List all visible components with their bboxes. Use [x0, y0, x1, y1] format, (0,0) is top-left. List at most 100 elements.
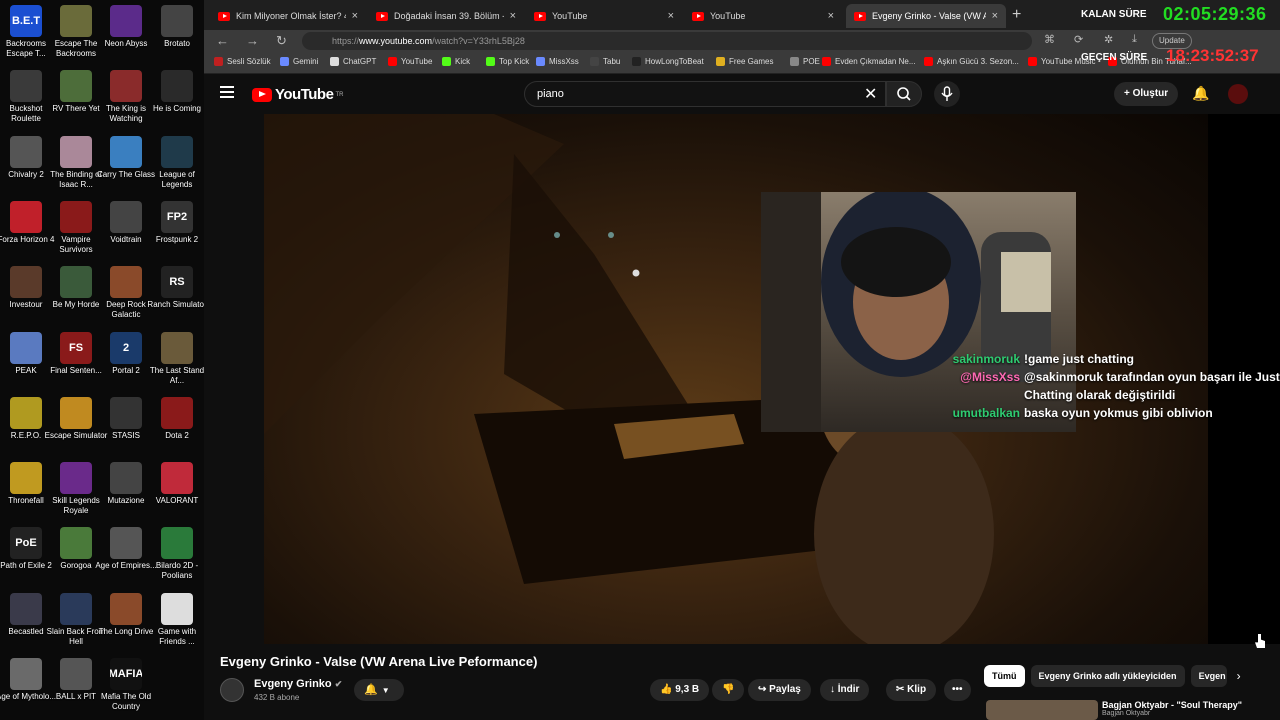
bookmark-item[interactable]: Top Kick — [486, 57, 529, 66]
search-input[interactable]: piano — [524, 81, 886, 107]
scissors-icon: ✂ — [896, 684, 908, 695]
back-icon[interactable]: ← — [216, 33, 229, 48]
clip-button[interactable]: ✂ Klip — [886, 679, 937, 701]
app-icon — [110, 5, 142, 37]
app-icon — [161, 331, 193, 364]
extensions-icon[interactable]: ✲ — [1104, 33, 1113, 46]
desktop-icon[interactable]: Brotato — [145, 5, 209, 59]
search-button[interactable] — [886, 81, 922, 107]
channel-name[interactable]: Evgeny Grinko ✔ — [254, 678, 342, 690]
notifications-bell-icon[interactable]: 🔔 — [1192, 85, 1209, 102]
chevron-right-icon[interactable]: › — [1237, 665, 1241, 687]
desktop-icon[interactable]: He is Coming — [145, 70, 209, 124]
download-icon[interactable]: ⤓ — [1132, 33, 1137, 46]
bookmark-favicon-icon — [536, 57, 545, 66]
chip-all[interactable]: Tümü — [984, 665, 1025, 687]
subscription-notification-button[interactable]: 🔔 ▼ — [354, 679, 404, 701]
create-button[interactable]: + Oluştur — [1114, 82, 1179, 106]
new-tab-button[interactable]: + — [1012, 6, 1021, 24]
close-tab-icon[interactable]: × — [828, 10, 834, 22]
channel-avatar[interactable] — [220, 678, 244, 702]
close-tab-icon[interactable]: × — [668, 10, 674, 22]
desktop-icon-label: He is Coming — [152, 104, 201, 114]
bookmark-label: POE — [803, 57, 820, 66]
download-button[interactable]: ↓ İndir — [820, 679, 870, 701]
dislike-button[interactable]: 👎 — [712, 679, 745, 701]
app-icon — [10, 331, 42, 364]
reload-icon[interactable]: ↻ — [276, 33, 287, 49]
app-icon: RS — [161, 266, 193, 299]
bookmark-item[interactable]: Gemini — [280, 57, 318, 66]
desktop-icon[interactable]: MAFIA Mafia The Old Country — [94, 658, 158, 712]
bookmark-item[interactable]: Aşkın Gücü 3. Sezon... — [924, 57, 1019, 66]
youtube-favicon-icon — [534, 11, 546, 21]
desktop-icon[interactable]: Bilardo 2D - Poolians — [145, 527, 209, 581]
app-icon — [10, 658, 42, 690]
youtube-favicon-icon — [692, 11, 704, 21]
tab-4[interactable]: YouTube × — [684, 4, 842, 28]
app-icon — [161, 135, 193, 168]
clear-search-icon[interactable]: ✕ — [864, 84, 877, 104]
recommended-thumbnail[interactable] — [986, 700, 1098, 720]
chip-uploader[interactable]: Evgeny Grinko adlı yükleyiciden — [1030, 665, 1185, 687]
close-tab-icon[interactable]: × — [510, 10, 516, 22]
bookmark-item[interactable]: Kick — [442, 57, 470, 66]
app-icon — [110, 527, 142, 560]
bookmark-item[interactable]: Sesli Sözlük — [214, 57, 271, 66]
bookmark-item[interactable]: YouTube — [388, 57, 432, 66]
elapsed-time-label: GEÇEN SÜRE — [1081, 52, 1148, 63]
bookmark-item[interactable]: POE — [790, 57, 820, 66]
bookmark-item[interactable]: Tabu — [590, 57, 620, 66]
bookmark-item[interactable]: MissXss — [536, 57, 579, 66]
chip-related[interactable]: Evgen — [1190, 665, 1227, 687]
refresh-ext-icon[interactable]: ⟳ — [1074, 33, 1083, 46]
bookmark-label: MissXss — [549, 57, 579, 66]
extension-icon[interactable]: ⌘ — [1044, 33, 1055, 46]
bookmark-item[interactable]: HowLongToBeat — [632, 57, 704, 66]
youtube-header: YouTube TR piano ✕ + Oluştur 🔔 — [204, 74, 1280, 114]
app-icon — [110, 200, 142, 233]
bookmark-favicon-icon — [388, 57, 397, 66]
desktop-icon[interactable]: Game with Friends ... — [145, 592, 209, 647]
tab-2[interactable]: Doğadaki İnsan 39. Bölüm - YouTu× — [368, 4, 524, 28]
hamburger-menu-icon[interactable] — [220, 86, 234, 98]
tab-3[interactable]: YouTube × — [526, 4, 682, 28]
url-field[interactable]: https://www.youtube.com/watch?v=Y33rhL5B… — [302, 32, 1032, 50]
desktop-icon[interactable]: The Last Stand Af... — [145, 331, 209, 386]
desktop-icon[interactable]: VALORANT — [145, 462, 209, 516]
bookmark-item[interactable]: Free Games — [716, 57, 773, 66]
microphone-icon — [941, 86, 953, 101]
app-icon — [10, 266, 42, 299]
app-icon: B.E.T — [10, 5, 42, 37]
voice-search-button[interactable] — [934, 81, 960, 107]
close-tab-icon[interactable]: × — [352, 10, 358, 22]
app-icon — [161, 462, 193, 495]
share-button[interactable]: ↪ Paylaş — [748, 679, 811, 701]
desktop-icon[interactable]: League of Legends — [145, 135, 209, 190]
desktop-icon[interactable]: FP2 Frostpunk 2 — [145, 200, 209, 255]
account-avatar[interactable] — [1228, 84, 1248, 104]
chat-message: umutbalkan baska oyun yokmus gibi oblivio… — [936, 404, 1280, 422]
app-icon — [60, 266, 92, 299]
recommended-title[interactable]: Bagjan Oktyabr - "Soul Therapy" Bagjan Ok… — [1102, 700, 1242, 717]
close-tab-icon[interactable]: × — [992, 10, 998, 22]
desktop-icon-label: League of Legends — [159, 169, 195, 189]
more-actions-button[interactable]: ••• — [944, 679, 971, 701]
bookmark-item[interactable]: ChatGPT — [330, 57, 376, 66]
app-icon — [110, 396, 142, 429]
app-icon — [110, 266, 142, 299]
desktop-icon[interactable]: Dota 2 — [145, 396, 209, 451]
bookmark-item[interactable]: Evden Çıkmadan Ne... — [822, 57, 915, 66]
bookmark-favicon-icon — [442, 57, 451, 66]
like-button[interactable]: 👍 9,3 B — [650, 679, 710, 701]
desktop-icon-label: Dota 2 — [165, 430, 189, 440]
tab-5-active[interactable]: Evgeny Grinko - Valse (VW A × — [846, 4, 1006, 28]
app-icon: MAFIA — [110, 658, 142, 690]
desktop-icon[interactable]: RS Ranch Simulator — [145, 266, 209, 320]
app-icon — [161, 5, 193, 37]
tab-1[interactable]: Kim Milyoner Olmak İster? 4. Bölü× — [210, 4, 366, 28]
forward-icon[interactable]: → — [246, 33, 259, 48]
bookmark-label: Top Kick — [499, 57, 530, 66]
youtube-logo[interactable]: YouTube TR — [252, 86, 343, 103]
bookmark-label: HowLongToBeat — [645, 57, 704, 66]
